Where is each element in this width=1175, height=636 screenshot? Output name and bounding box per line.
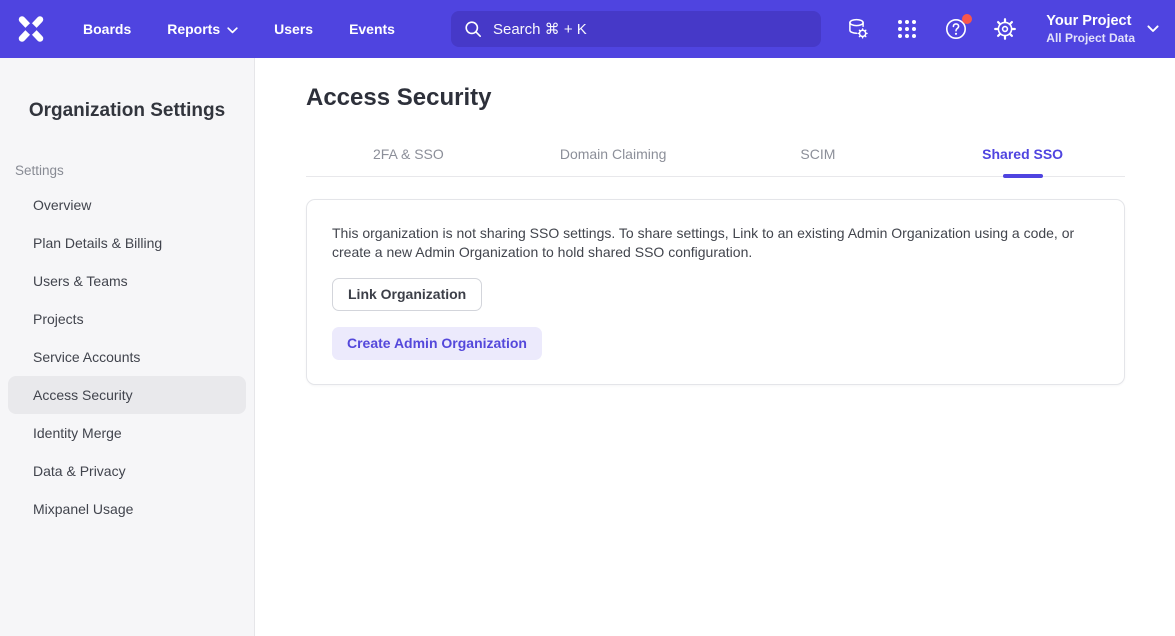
search-placeholder: Search ⌘ + K — [493, 20, 587, 38]
nav-item-events-label: Events — [349, 21, 395, 37]
nav-item-users-label: Users — [274, 21, 313, 37]
sidebar-title: Organization Settings — [0, 100, 254, 122]
access-security-tabs: 2FA & SSO Domain Claiming SCIM Shared SS… — [306, 128, 1125, 177]
nav-item-reports[interactable]: Reports — [167, 21, 238, 37]
sidebar-section-label: Settings — [0, 162, 254, 179]
apps-grid-icon[interactable] — [895, 17, 919, 41]
nav-item-reports-label: Reports — [167, 21, 220, 37]
nav-links: Boards Reports Users Events — [83, 21, 395, 37]
project-scope: All Project Data — [1046, 31, 1135, 46]
mixpanel-logo-icon[interactable] — [16, 14, 46, 44]
search-icon — [464, 20, 482, 38]
sidebar-item-users-teams[interactable]: Users & Teams — [8, 262, 246, 300]
project-switcher[interactable]: Your Project All Project Data — [1046, 12, 1159, 46]
shared-sso-description: This organization is not sharing SSO set… — [332, 224, 1094, 262]
top-navbar: Boards Reports Users Events Search ⌘ + K — [0, 0, 1175, 58]
create-admin-organization-button[interactable]: Create Admin Organization — [332, 327, 542, 360]
sidebar-item-projects[interactable]: Projects — [8, 300, 246, 338]
tab-2fa-sso[interactable]: 2FA & SSO — [306, 128, 511, 176]
sidebar-item-identity-merge[interactable]: Identity Merge — [8, 414, 246, 452]
sidebar-item-overview[interactable]: Overview — [8, 186, 246, 224]
shared-sso-card: This organization is not sharing SSO set… — [306, 199, 1125, 385]
page-title: Access Security — [306, 84, 1125, 112]
nav-item-users[interactable]: Users — [274, 21, 313, 37]
tab-domain-claiming[interactable]: Domain Claiming — [511, 128, 716, 176]
main-content: Access Security 2FA & SSO Domain Claimin… — [255, 58, 1175, 636]
navbar-right-controls: Your Project All Project Data — [846, 12, 1159, 46]
notification-badge — [962, 14, 972, 24]
data-management-icon[interactable] — [846, 17, 870, 41]
settings-gear-icon[interactable] — [993, 17, 1017, 41]
tab-scim[interactable]: SCIM — [716, 128, 921, 176]
chevron-down-icon — [1147, 20, 1159, 38]
sidebar-item-data-privacy[interactable]: Data & Privacy — [8, 452, 246, 490]
link-organization-button[interactable]: Link Organization — [332, 278, 482, 311]
nav-item-boards-label: Boards — [83, 21, 131, 37]
content-shell: Organization Settings Settings Overview … — [0, 58, 1175, 636]
chevron-down-icon — [227, 21, 238, 37]
search-input[interactable]: Search ⌘ + K — [451, 11, 821, 47]
sidebar-item-access-security[interactable]: Access Security — [8, 376, 246, 414]
sidebar-item-mixpanel-usage[interactable]: Mixpanel Usage — [8, 490, 246, 528]
nav-item-boards[interactable]: Boards — [83, 21, 131, 37]
sidebar-item-service-accounts[interactable]: Service Accounts — [8, 338, 246, 376]
tab-shared-sso[interactable]: Shared SSO — [920, 128, 1125, 176]
sidebar-items: Overview Plan Details & Billing Users & … — [0, 186, 254, 528]
project-switcher-text: Your Project All Project Data — [1046, 12, 1135, 46]
organization-settings-sidebar: Organization Settings Settings Overview … — [0, 58, 255, 636]
nav-item-events[interactable]: Events — [349, 21, 395, 37]
help-icon[interactable] — [944, 17, 968, 41]
sidebar-item-plan-details-billing[interactable]: Plan Details & Billing — [8, 224, 246, 262]
project-name: Your Project — [1046, 12, 1135, 31]
